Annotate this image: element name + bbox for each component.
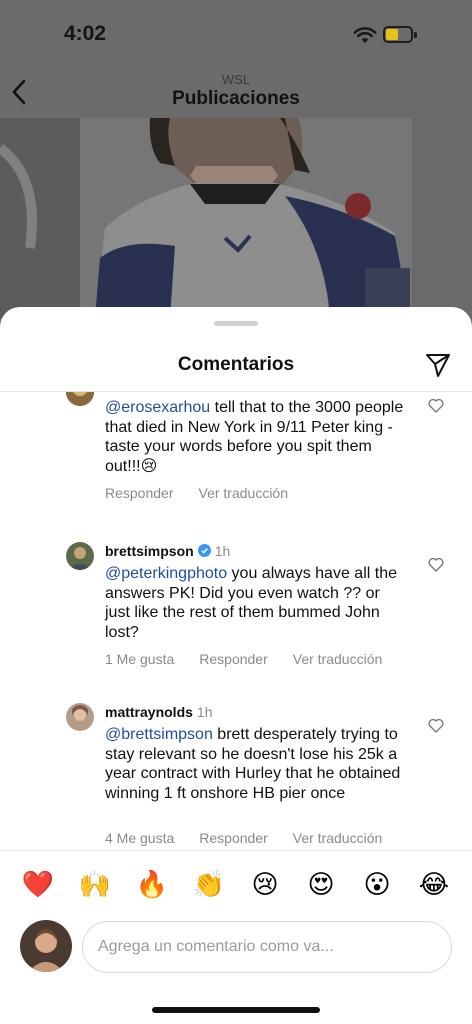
heart-icon[interactable] <box>428 398 444 413</box>
page-title: Publicaciones <box>172 88 300 109</box>
reaction-surprised[interactable]: 😮 <box>360 866 394 902</box>
comment-actions: 1 Me gusta Responder Ver traducción <box>105 651 407 667</box>
comment-text: @peterkingphoto you always have all the … <box>105 565 397 641</box>
status-bar: 4:02 <box>0 0 472 66</box>
comment-input[interactable]: Agrega un comentario como va... <box>82 921 452 973</box>
reaction-heart[interactable]: ❤️ <box>21 866 55 902</box>
mention-link[interactable]: @peterkingphoto <box>105 565 227 582</box>
current-user-avatar[interactable] <box>20 920 72 972</box>
mention-link[interactable]: @brettsimpson <box>105 726 213 743</box>
like-count[interactable]: 1 Me gusta <box>105 651 174 667</box>
comment-input-placeholder: Agrega un comentario como va... <box>98 938 334 955</box>
heart-icon[interactable] <box>428 718 444 733</box>
reply-button[interactable]: Responder <box>105 485 174 501</box>
battery-icon <box>383 26 417 44</box>
comment-text: @erosexarhou tell that to the 3000 peopl… <box>105 399 404 475</box>
nav-header: WSL Publicaciones <box>0 66 472 118</box>
paper-plane-icon[interactable] <box>424 351 452 379</box>
avatar[interactable] <box>66 542 94 570</box>
comment-actions: Responder Ver traducción <box>105 485 313 501</box>
like-count[interactable]: 4 Me gusta <box>105 830 174 846</box>
reaction-crying[interactable]: 😢 <box>248 866 282 902</box>
battery-level <box>386 29 398 40</box>
comment-time: 1h <box>196 704 213 720</box>
username[interactable]: brettsimpson <box>105 543 194 559</box>
avatar[interactable] <box>66 392 94 406</box>
home-indicator <box>152 1007 320 1013</box>
comment-actions: 4 Me gusta Responder Ver traducción <box>105 830 407 846</box>
comment-header: mattraynolds 1h <box>105 704 213 720</box>
comment-header: brettsimpson 1h <box>105 543 230 559</box>
reaction-laughing[interactable]: 😂 <box>417 866 451 902</box>
mention-link[interactable]: @erosexarhou <box>105 399 210 416</box>
reactions-divider <box>0 850 472 851</box>
comments-sheet: Comentarios @erosexarhou tell that to th… <box>0 307 472 1024</box>
account-name: WSL <box>221 72 251 87</box>
translate-button[interactable]: Ver traducción <box>293 830 383 846</box>
wifi-icon <box>353 27 377 43</box>
comment-text: @brettsimpson brett desperately trying t… <box>105 726 401 802</box>
avatar[interactable] <box>66 703 94 731</box>
translate-button[interactable]: Ver traducción <box>199 485 289 501</box>
verified-badge-icon <box>197 544 211 557</box>
sheet-title: Comentarios <box>177 354 295 375</box>
heart-icon[interactable] <box>428 557 444 572</box>
reaction-fire[interactable]: 🔥 <box>135 866 169 902</box>
translate-button[interactable]: Ver traducción <box>293 651 383 667</box>
post-photo: WSL <box>0 118 472 318</box>
reaction-heart-eyes[interactable]: 😍 <box>304 866 338 902</box>
jersey-logo: WSL <box>128 257 160 273</box>
status-time: 4:02 <box>64 22 107 45</box>
reply-button[interactable]: Responder <box>199 651 268 667</box>
quick-reactions-bar: ❤️ 🙌 🔥 👏 😢 😍 😮 😂 <box>0 866 472 902</box>
reply-button[interactable]: Responder <box>199 830 268 846</box>
reaction-clapping[interactable]: 👏 <box>192 866 226 902</box>
sheet-drag-handle[interactable] <box>214 321 258 326</box>
comment-list[interactable]: @erosexarhou tell that to the 3000 peopl… <box>0 392 472 850</box>
comment-time: 1h <box>214 543 231 559</box>
reaction-raising-hands[interactable]: 🙌 <box>78 866 112 902</box>
username[interactable]: mattraynolds <box>105 704 193 720</box>
